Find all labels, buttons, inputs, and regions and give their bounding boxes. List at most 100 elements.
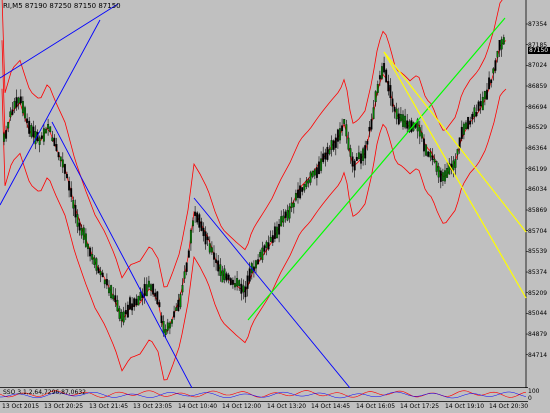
bear-candle (410, 120, 413, 133)
bull-candle (110, 285, 113, 299)
bull-candle (339, 128, 341, 141)
bull-candle (288, 206, 291, 219)
bear-candle (364, 145, 367, 159)
bear-candle (332, 140, 335, 150)
bull-candle (286, 209, 289, 221)
bear-candle (383, 63, 386, 73)
price-label: 87354 (528, 21, 548, 28)
bull-candle (435, 161, 438, 172)
bear-candle (101, 272, 104, 278)
bull-candle (456, 149, 459, 155)
bull-candle (399, 114, 402, 122)
bull-candle (269, 236, 272, 242)
bear-candle (19, 96, 22, 104)
bear-candle (273, 226, 276, 239)
bull-candle (433, 158, 436, 163)
time-label: 14 Oct 13:20 (267, 403, 307, 410)
bear-candle (494, 60, 497, 71)
bull-candle (7, 122, 10, 129)
bull-candle (454, 159, 457, 168)
time-label: 14 Oct 20:30 (489, 403, 529, 410)
bear-candle (488, 77, 491, 90)
bear-candle (131, 303, 134, 311)
bear-candle (97, 267, 100, 274)
bear-candle (213, 252, 215, 260)
bear-candle (204, 231, 207, 245)
price-chart[interactable] (0, 0, 528, 388)
bear-candle (231, 279, 234, 285)
bear-candle (460, 126, 463, 139)
time-label: 13 Oct 21:45 (89, 403, 129, 410)
price-label: 87024 (528, 62, 548, 70)
bear-candle (378, 75, 381, 80)
bear-candle (177, 299, 180, 312)
osc-scale-bottom: 0 (528, 395, 532, 402)
time-label: 14 Oct 14:45 (311, 403, 351, 410)
bear-candle (467, 116, 470, 129)
bear-candle (5, 130, 8, 139)
bear-candle (326, 146, 329, 160)
bear-candle (469, 120, 472, 125)
bear-candle (244, 286, 247, 298)
bear-candle (334, 137, 337, 148)
bear-candle (173, 311, 176, 318)
bull-candle (343, 119, 346, 124)
bear-candle (355, 156, 358, 161)
bear-candle (225, 273, 228, 281)
time-label: 13 Oct 2015 (2, 403, 40, 410)
bull-candle (402, 114, 404, 127)
bear-candle (336, 129, 339, 142)
bull-candle (292, 202, 295, 208)
bull-candle (313, 169, 316, 176)
time-label: 14 Oct 16:05 (356, 403, 396, 410)
bull-candle (208, 243, 211, 253)
bull-candle (164, 329, 167, 335)
bear-candle (271, 235, 274, 243)
price-label: 85539 (528, 248, 548, 256)
bear-candle (490, 79, 493, 84)
bull-candle (261, 247, 264, 261)
bull-candle (3, 133, 5, 142)
chart-window[interactable]: RI,M5 87190 87250 87150 87150 SSO 3,1,2,… (0, 0, 550, 413)
bull-candle (13, 101, 16, 109)
bear-candle (160, 315, 163, 324)
bull-candle (376, 84, 379, 93)
bull-candle (330, 140, 333, 150)
bull-candle (294, 192, 297, 201)
bear-candle (389, 85, 392, 99)
bear-candle (154, 292, 157, 297)
price-label: 85044 (528, 310, 548, 318)
bull-candle (349, 148, 352, 157)
bear-candle (194, 211, 197, 216)
bear-candle (315, 167, 318, 178)
bear-candle (299, 185, 302, 199)
bull-candle (357, 152, 360, 160)
bull-candle (473, 107, 476, 117)
price-label: 86034 (528, 186, 548, 194)
trendline-yellow-1 (383, 51, 527, 233)
bear-candle (158, 302, 161, 308)
bull-candle (30, 125, 33, 137)
bear-candle (318, 161, 320, 175)
bear-candle (498, 40, 501, 51)
bear-candle (406, 120, 409, 129)
bull-candle (276, 226, 278, 239)
bull-candle (328, 149, 331, 155)
bear-candle (15, 97, 18, 108)
bull-candle (179, 294, 182, 308)
bear-candle (200, 221, 203, 231)
bull-candle (238, 280, 241, 287)
time-label: 13 Oct 20:25 (44, 403, 84, 410)
bull-candle (45, 128, 47, 134)
bull-candle (175, 307, 178, 311)
bear-candle (129, 297, 131, 310)
bull-candle (183, 271, 186, 279)
bull-candle (76, 214, 79, 227)
price-label: 84879 (528, 331, 548, 339)
bull-candle (72, 200, 75, 209)
bull-candle (492, 68, 495, 74)
bull-candle (122, 311, 125, 323)
bull-candle (139, 292, 142, 301)
bear-candle (57, 152, 60, 158)
bull-candle (24, 107, 26, 119)
